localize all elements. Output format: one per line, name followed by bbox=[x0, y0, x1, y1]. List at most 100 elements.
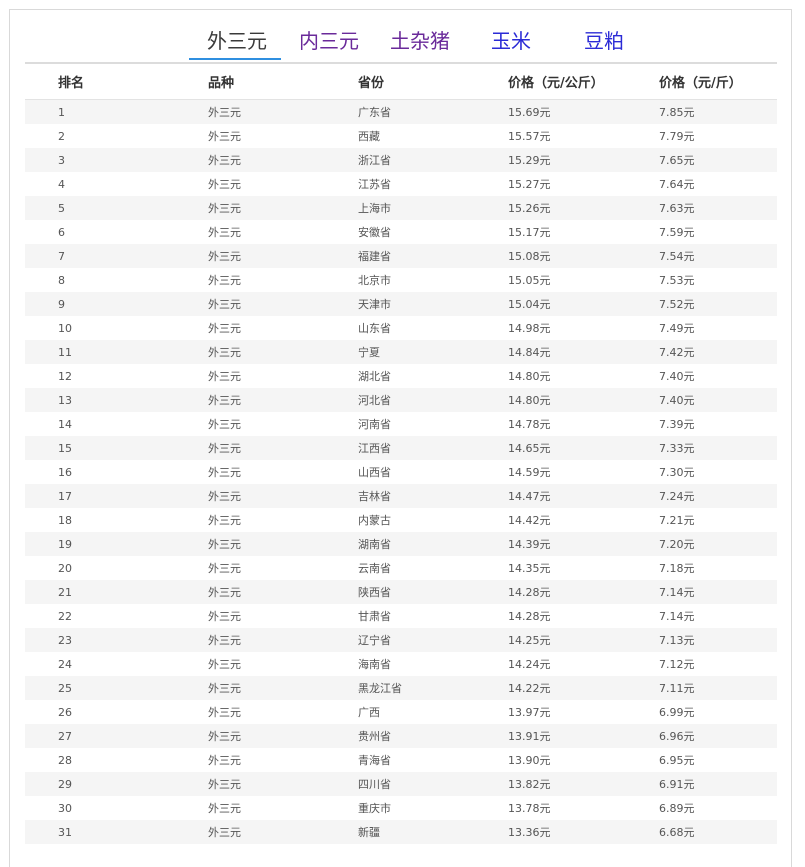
price-per-kg-cell: 13.82元 bbox=[475, 772, 626, 796]
price-per-jin-cell: 7.14元 bbox=[626, 580, 777, 604]
table-row: 28 外三元 青海省 13.90元 6.95元 bbox=[25, 748, 777, 772]
table-row: 1 外三元 广东省 15.69元 7.85元 bbox=[25, 99, 777, 124]
rank-cell: 17 bbox=[25, 484, 175, 508]
variety-cell: 外三元 bbox=[208, 562, 241, 575]
tab-dou-po[interactable]: 豆粕 bbox=[584, 28, 624, 54]
province-cell: 西藏 bbox=[358, 130, 380, 143]
variety-cell: 外三元 bbox=[175, 292, 325, 316]
price-per-jin-cell: 7.59元 bbox=[659, 226, 695, 239]
header-province: 省份 bbox=[325, 63, 475, 100]
header-variety: 品种 bbox=[175, 63, 325, 100]
rank-cell: 11 bbox=[25, 340, 175, 364]
price-per-jin-cell: 6.68元 bbox=[626, 820, 777, 844]
rank-cell: 7 bbox=[25, 244, 175, 268]
price-per-kg-cell: 14.80元 bbox=[475, 388, 626, 412]
rank-cell: 24 bbox=[58, 657, 72, 671]
province-cell: 新疆 bbox=[325, 820, 475, 844]
header-price-per-jin: 价格（元/斤） bbox=[626, 63, 777, 100]
price-per-kg-cell: 15.29元 bbox=[475, 148, 626, 172]
table-row: 29 外三元 四川省 13.82元 6.91元 bbox=[25, 772, 777, 796]
price-per-kg-cell: 14.47元 bbox=[475, 484, 626, 508]
rank-cell: 4 bbox=[58, 177, 65, 191]
variety-cell: 外三元 bbox=[208, 658, 241, 671]
rank-cell: 27 bbox=[25, 724, 175, 748]
price-per-jin-cell: 7.42元 bbox=[626, 340, 777, 364]
price-per-jin-cell: 7.49元 bbox=[659, 322, 695, 335]
province-cell: 广东省 bbox=[325, 99, 475, 124]
price-per-kg-cell: 13.97元 bbox=[508, 706, 551, 719]
price-per-kg-cell: 13.78元 bbox=[508, 802, 551, 815]
header-rank: 排名 bbox=[25, 63, 175, 100]
price-per-kg-cell: 14.39元 bbox=[475, 532, 626, 556]
province-cell: 广西 bbox=[358, 706, 380, 719]
table-row: 6 外三元 安徽省 15.17元 7.59元 bbox=[25, 220, 777, 244]
variety-cell: 外三元 bbox=[175, 628, 325, 652]
rank-cell: 26 bbox=[58, 705, 72, 719]
variety-cell: 外三元 bbox=[208, 226, 241, 239]
table-row: 30 外三元 重庆市 13.78元 6.89元 bbox=[25, 796, 777, 820]
category-tabs: 外三元 内三元 土杂猪 玉米 豆粕 bbox=[25, 26, 777, 64]
price-per-kg-cell: 15.26元 bbox=[475, 196, 626, 220]
province-cell: 甘肃省 bbox=[358, 610, 391, 623]
table-row: 24 外三元 海南省 14.24元 7.12元 bbox=[25, 652, 777, 676]
price-per-kg-cell: 14.24元 bbox=[508, 658, 551, 671]
price-per-kg-cell: 14.28元 bbox=[475, 580, 626, 604]
province-cell: 黑龙江省 bbox=[325, 676, 475, 700]
table-row: 13 外三元 河北省 14.80元 7.40元 bbox=[25, 388, 777, 412]
variety-cell: 外三元 bbox=[208, 178, 241, 191]
price-per-kg-cell: 14.78元 bbox=[508, 418, 551, 431]
table-row: 18 外三元 内蒙古 14.42元 7.21元 bbox=[25, 508, 777, 532]
table-row: 11 外三元 宁夏 14.84元 7.42元 bbox=[25, 340, 777, 364]
province-cell: 重庆市 bbox=[358, 802, 391, 815]
province-cell: 上海市 bbox=[325, 196, 475, 220]
table-row: 17 外三元 吉林省 14.47元 7.24元 bbox=[25, 484, 777, 508]
price-per-kg-cell: 15.05元 bbox=[508, 274, 551, 287]
rank-cell: 28 bbox=[58, 753, 72, 767]
price-per-jin-cell: 7.85元 bbox=[626, 99, 777, 124]
rank-cell: 8 bbox=[58, 273, 65, 287]
variety-cell: 外三元 bbox=[175, 484, 325, 508]
province-cell: 吉林省 bbox=[325, 484, 475, 508]
price-per-jin-cell: 7.24元 bbox=[626, 484, 777, 508]
rank-cell: 6 bbox=[58, 225, 65, 239]
table-row: 27 外三元 贵州省 13.91元 6.96元 bbox=[25, 724, 777, 748]
variety-cell: 外三元 bbox=[208, 370, 241, 383]
price-per-jin-cell: 7.40元 bbox=[659, 370, 695, 383]
province-cell: 浙江省 bbox=[325, 148, 475, 172]
variety-cell: 外三元 bbox=[208, 418, 241, 431]
variety-cell: 外三元 bbox=[208, 130, 241, 143]
price-per-kg-cell: 14.35元 bbox=[508, 562, 551, 575]
price-ranking-table: 排名 品种 省份 价格（元/公斤） 价格（元/斤） 1 外三元 广东省 15.69元 7… bbox=[25, 63, 777, 844]
rank-cell: 5 bbox=[25, 196, 175, 220]
province-cell: 山东省 bbox=[358, 322, 391, 335]
tab-yu-mi[interactable]: 玉米 bbox=[491, 28, 531, 54]
table-row: 31 外三元 新疆 13.36元 6.68元 bbox=[25, 820, 777, 844]
price-per-jin-cell: 7.52元 bbox=[626, 292, 777, 316]
table-row: 14 外三元 河南省 14.78元 7.39元 bbox=[25, 412, 777, 436]
price-per-kg-cell: 14.80元 bbox=[508, 370, 551, 383]
price-per-kg-cell: 14.22元 bbox=[475, 676, 626, 700]
tab-nei-san-yuan[interactable]: 内三元 bbox=[299, 28, 359, 54]
tab-tu-za-zhu[interactable]: 土杂猪 bbox=[390, 28, 450, 54]
variety-cell: 外三元 bbox=[208, 802, 241, 815]
table-row: 20 外三元 云南省 14.35元 7.18元 bbox=[25, 556, 777, 580]
tab-wai-san-yuan[interactable]: 外三元 bbox=[207, 28, 267, 54]
price-per-jin-cell: 7.54元 bbox=[626, 244, 777, 268]
variety-cell: 外三元 bbox=[208, 322, 241, 335]
header-price-per-kg: 价格（元/公斤） bbox=[475, 63, 626, 100]
table-row: 16 外三元 山西省 14.59元 7.30元 bbox=[25, 460, 777, 484]
rank-cell: 9 bbox=[25, 292, 175, 316]
province-cell: 内蒙古 bbox=[358, 514, 391, 527]
variety-cell: 外三元 bbox=[208, 466, 241, 479]
variety-cell: 外三元 bbox=[175, 820, 325, 844]
price-per-jin-cell: 7.63元 bbox=[626, 196, 777, 220]
table-row: 12 外三元 湖北省 14.80元 7.40元 bbox=[25, 364, 777, 388]
rank-cell: 12 bbox=[58, 369, 72, 383]
rank-cell: 21 bbox=[25, 580, 175, 604]
price-per-jin-cell: 7.14元 bbox=[659, 610, 695, 623]
price-per-jin-cell: 7.33元 bbox=[626, 436, 777, 460]
price-per-jin-cell: 7.40元 bbox=[626, 388, 777, 412]
province-cell: 安徽省 bbox=[358, 226, 391, 239]
province-cell: 河南省 bbox=[358, 418, 391, 431]
province-cell: 辽宁省 bbox=[325, 628, 475, 652]
